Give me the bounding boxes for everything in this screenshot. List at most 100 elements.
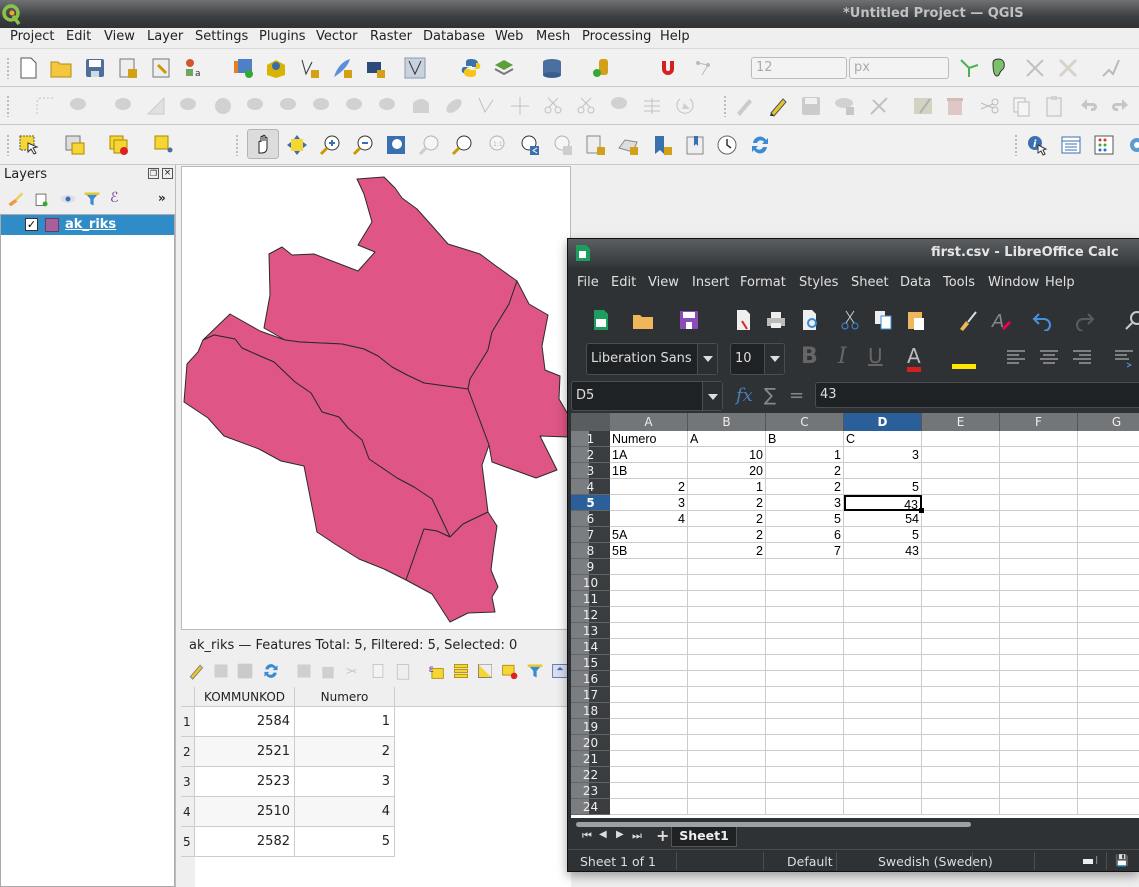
- menu-mesh[interactable]: Mesh: [536, 29, 570, 44]
- row-header-16[interactable]: 16: [571, 671, 610, 687]
- menu-vector[interactable]: Vector: [316, 29, 357, 44]
- cell[interactable]: [922, 479, 1000, 495]
- layer-item-ak-riks[interactable]: ✓ ak_riks: [1, 215, 174, 235]
- column-header-kommunkod[interactable]: KOMMUNKOD: [195, 687, 295, 707]
- pan-map-button[interactable]: [247, 129, 279, 159]
- row-header-22[interactable]: 22: [571, 767, 610, 783]
- menu-raster[interactable]: Raster: [370, 29, 412, 44]
- cell[interactable]: [922, 575, 1000, 591]
- cell[interactable]: [1078, 479, 1139, 495]
- cell[interactable]: [766, 575, 844, 591]
- cell[interactable]: [844, 783, 922, 799]
- align-right-icon[interactable]: [1071, 347, 1093, 369]
- cell[interactable]: [766, 703, 844, 719]
- cell[interactable]: 1: [688, 479, 766, 495]
- open-attribute-table-icon[interactable]: [1060, 134, 1082, 156]
- zoom-in-icon[interactable]: [319, 134, 341, 156]
- menu-settings[interactable]: Settings: [195, 29, 248, 44]
- highlight-color-icon[interactable]: [952, 345, 976, 369]
- db-manager-icon[interactable]: [541, 57, 563, 79]
- open-project-icon[interactable]: [50, 57, 72, 79]
- clear-formatting-icon[interactable]: A: [990, 309, 1012, 331]
- prev-sheet-icon[interactable]: ◀: [599, 829, 607, 840]
- identify-features-icon[interactable]: i: [1026, 134, 1048, 156]
- cell[interactable]: [922, 495, 1000, 511]
- chevron-down-icon[interactable]: [697, 344, 717, 374]
- add-polygon-feature-icon[interactable]: [834, 95, 856, 117]
- cell[interactable]: [610, 623, 688, 639]
- select-by-location-icon[interactable]: [153, 134, 175, 156]
- zoom-out-icon[interactable]: [352, 134, 374, 156]
- chevron-down-icon[interactable]: [702, 382, 722, 410]
- toolbar-grip[interactable]: [6, 134, 10, 156]
- align-icon[interactable]: [641, 95, 663, 117]
- cell[interactable]: [922, 527, 1000, 543]
- zoom-next-icon[interactable]: [551, 134, 573, 156]
- split-parts-icon[interactable]: [377, 95, 399, 117]
- cell[interactable]: [922, 543, 1000, 559]
- cell[interactable]: [688, 623, 766, 639]
- calc-menu-insert[interactable]: Insert: [692, 275, 729, 290]
- qgis-server-icon[interactable]: [493, 57, 515, 79]
- formula-icon[interactable]: =: [789, 385, 804, 406]
- cell[interactable]: [766, 639, 844, 655]
- filter-selected-icon[interactable]: [526, 662, 544, 680]
- cell[interactable]: [766, 767, 844, 783]
- layer-visibility-checkbox[interactable]: ✓: [25, 218, 38, 231]
- cell[interactable]: [1000, 495, 1078, 511]
- name-box[interactable]: D5: [571, 381, 723, 411]
- row-header-24[interactable]: 24: [571, 799, 610, 815]
- cell[interactable]: [1000, 543, 1078, 559]
- column-header-b[interactable]: B: [688, 413, 766, 431]
- cell[interactable]: [922, 783, 1000, 799]
- delete-ring-icon[interactable]: [278, 95, 300, 117]
- font-color-icon[interactable]: A: [907, 345, 921, 372]
- cell[interactable]: [610, 575, 688, 591]
- avoid-overlap-icon[interactable]: [990, 57, 1012, 79]
- filter-expression-icon[interactable]: ℰ: [110, 190, 118, 206]
- cell[interactable]: [1000, 719, 1078, 735]
- deselect-all-icon[interactable]: [501, 662, 519, 680]
- cell[interactable]: [610, 767, 688, 783]
- save-edits-icon[interactable]: [800, 95, 822, 117]
- cut-features-2-icon[interactable]: [575, 95, 597, 117]
- cell[interactable]: [1000, 575, 1078, 591]
- export-pdf-icon[interactable]: [732, 309, 754, 331]
- cell[interactable]: [688, 719, 766, 735]
- menu-edit[interactable]: Edit: [66, 29, 91, 44]
- menu-processing[interactable]: Processing: [582, 29, 651, 44]
- cell[interactable]: [1000, 527, 1078, 543]
- cell[interactable]: [1078, 703, 1139, 719]
- self-snap-icon[interactable]: [1057, 57, 1079, 79]
- delete-part-icon[interactable]: [311, 95, 333, 117]
- cell[interactable]: 3: [610, 495, 688, 511]
- fill-handle[interactable]: [919, 508, 924, 513]
- document-modified-icon[interactable]: 💾: [1115, 854, 1129, 867]
- menu-database[interactable]: Database: [423, 29, 485, 44]
- cell[interactable]: [766, 655, 844, 671]
- cell[interactable]: [922, 751, 1000, 767]
- toggle-editing-icon[interactable]: [767, 95, 789, 117]
- cell[interactable]: [1078, 575, 1139, 591]
- cell[interactable]: [688, 799, 766, 815]
- cell[interactable]: [922, 639, 1000, 655]
- new-map-view-icon[interactable]: [584, 134, 606, 156]
- table-cell-numero[interactable]: 2: [295, 737, 395, 767]
- cell[interactable]: [766, 607, 844, 623]
- cell[interactable]: 3: [844, 447, 922, 463]
- row-header-14[interactable]: 14: [571, 639, 610, 655]
- cell[interactable]: 10: [688, 447, 766, 463]
- calc-menu-sheet[interactable]: Sheet: [851, 275, 889, 290]
- cell[interactable]: [688, 671, 766, 687]
- add-part-icon[interactable]: [68, 95, 90, 117]
- find-icon[interactable]: [1124, 309, 1139, 331]
- column-header-g[interactable]: G: [1078, 413, 1139, 431]
- float-panel-icon[interactable]: ❐: [148, 168, 159, 179]
- cell[interactable]: [610, 719, 688, 735]
- copy-icon[interactable]: [872, 309, 894, 331]
- cell[interactable]: [1078, 623, 1139, 639]
- cell[interactable]: 1: [766, 447, 844, 463]
- cut-icon[interactable]: [344, 662, 362, 680]
- cell[interactable]: [766, 799, 844, 815]
- cell[interactable]: [1078, 751, 1139, 767]
